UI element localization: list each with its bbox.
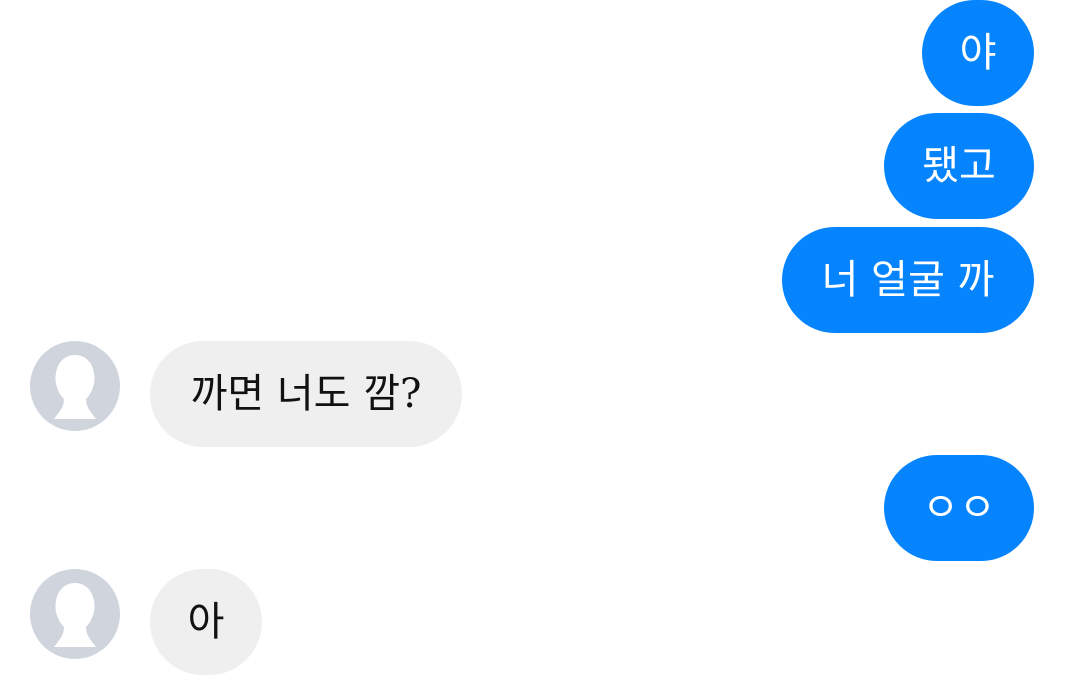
message-text: 너 얼굴 까 [821,257,995,303]
sent-message-bubble[interactable]: 너 얼굴 까 [782,227,1034,333]
message-text: 야 [959,30,997,76]
sent-message-bubble[interactable]: 야 [922,0,1034,106]
message-text: 아 [187,599,225,645]
default-profile-silhouette-icon [54,583,96,647]
default-profile-silhouette-icon [54,355,96,419]
contact-avatar-icon[interactable] [30,569,120,659]
sent-message-bubble[interactable]: ㅇㅇ [884,455,1034,561]
message-text: 됐고 [922,143,996,189]
contact-avatar-icon[interactable] [30,341,120,431]
received-message-bubble[interactable]: 아 [150,569,262,675]
sent-message-bubble[interactable]: 됐고 [884,113,1034,219]
message-text: ㅇㅇ [922,485,996,531]
received-message-bubble[interactable]: 까면 너도 깜? [150,341,462,447]
message-text: 까면 너도 깜? [190,371,422,417]
